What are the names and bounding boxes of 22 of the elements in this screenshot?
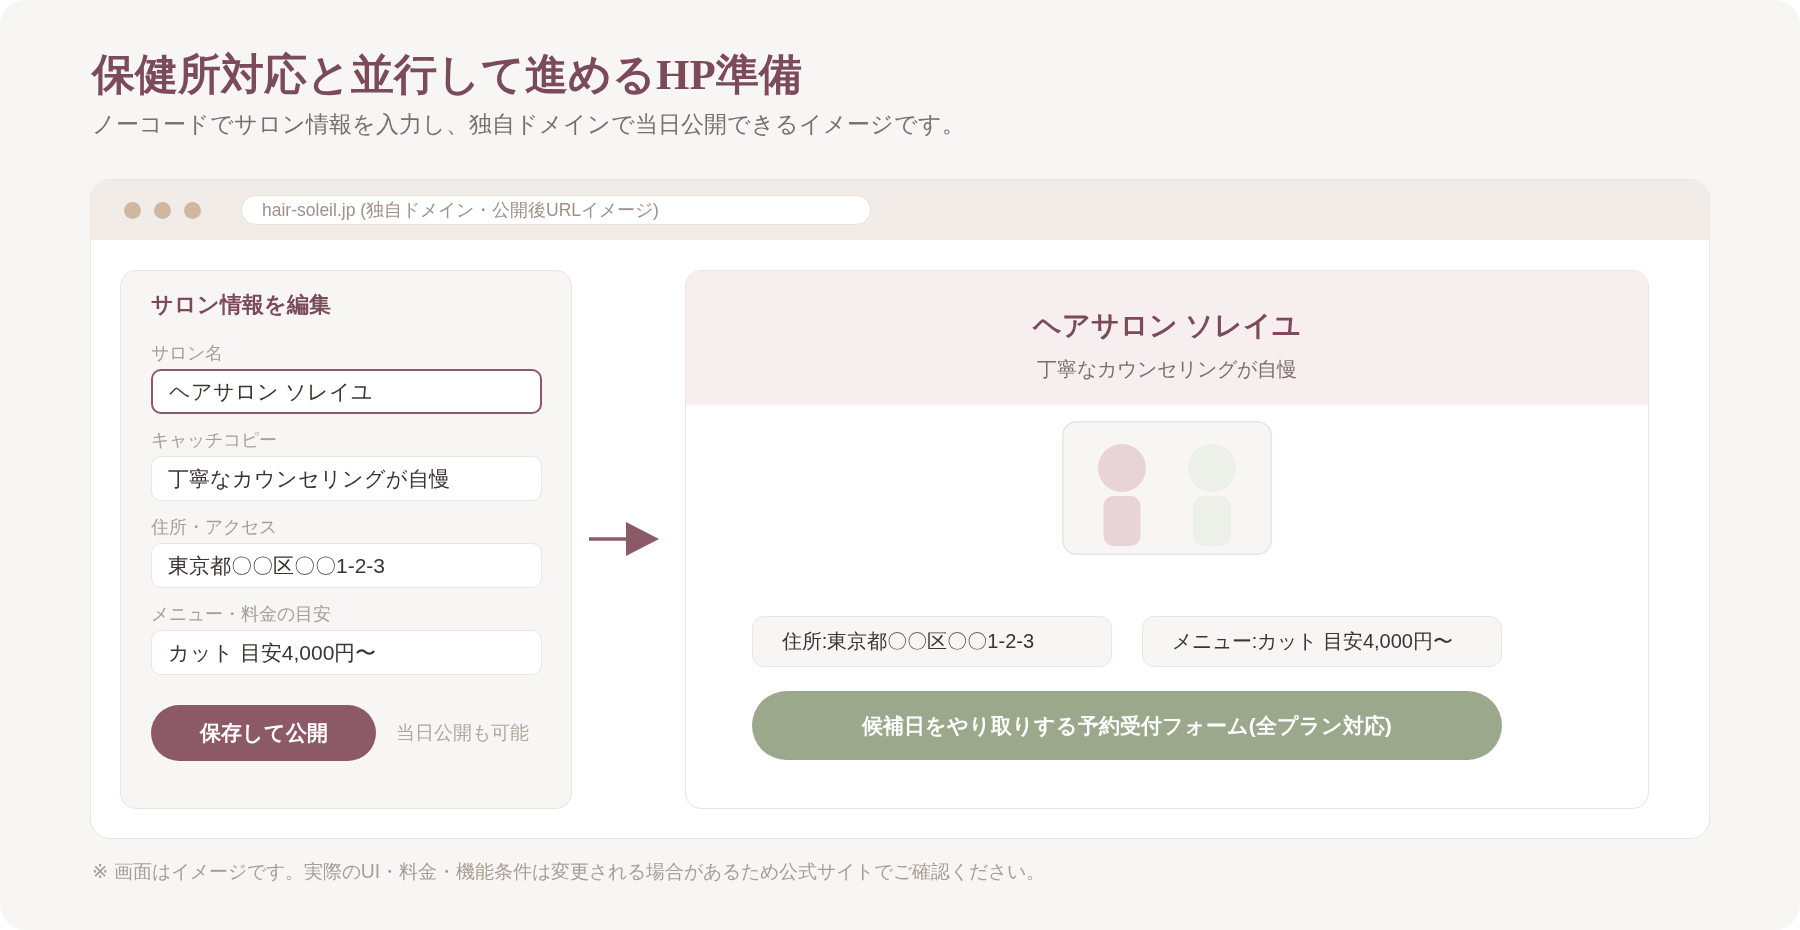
field-label: キャッチコピー (151, 429, 278, 452)
input-field[interactable]: 東京都〇〇区〇〇1-2-3 (151, 543, 542, 588)
save-publish-button[interactable]: 保存して公開 (151, 705, 376, 761)
page-subtitle: ノーコードでサロン情報を入力し、独自ドメインで当日公開できるイメージです。 (92, 110, 966, 139)
info-chip: 住所:東京都〇〇区〇〇1-2-3 (751, 616, 1112, 667)
field-label: サロン名 (151, 342, 224, 365)
page-title: 保健所対応と並行して進めるHP準備 (92, 50, 803, 100)
input-field[interactable]: カット 目安4,000円〜 (151, 630, 542, 675)
salon-name: ヘアサロン ソレイユ (1032, 309, 1302, 343)
window-control-icon[interactable] (154, 201, 171, 219)
input-field[interactable]: ヘアサロン ソレイユ (151, 369, 542, 414)
right-arrow-icon (589, 521, 660, 556)
salon-tagline: 丁寧なカウンセリングが自慢 (1035, 357, 1298, 382)
field-label: メニュー・料金の目安 (151, 603, 332, 626)
footnote: ※ 画面はイメージです。実際のUI・料金・機能条件は変更される場合があるため公式サイトでご確認ください。 (92, 859, 1047, 883)
panel-heading: サロン情報を編集 (151, 291, 332, 318)
input-field[interactable]: 丁寧なカウンセリングが自慢 (151, 456, 542, 501)
publish-note: 当日公開も可能 (396, 721, 529, 746)
window-control-icon[interactable] (124, 201, 141, 219)
info-chip: メニュー:カット 目安4,000円〜 (1141, 616, 1502, 667)
field-label: 住所・アクセス (151, 516, 278, 539)
window-control-icon[interactable] (184, 201, 201, 219)
